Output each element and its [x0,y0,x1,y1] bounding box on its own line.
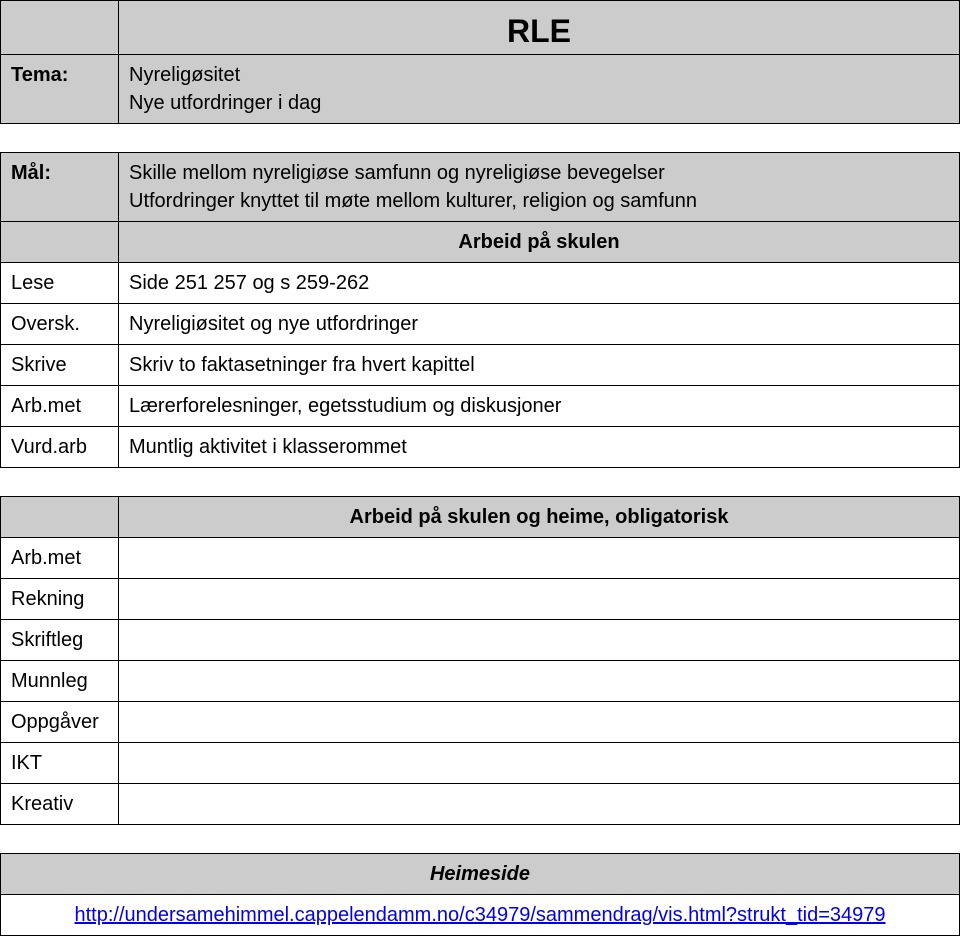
section1-heading: Arbeid på skulen [119,221,960,262]
arbmet2-value [119,537,960,578]
skriftleg-label: Skriftleg [1,619,119,660]
oversk-label: Oversk. [1,303,119,344]
header-table: RLE Tema: Nyreligøsitet Nye utfordringer… [0,0,960,124]
lese-value: Side 251 257 og s 259-262 [119,262,960,303]
tema-line1: Nyreligøsitet [129,64,240,86]
footer-heading: Heimeside [1,853,960,894]
heimeside-link[interactable]: http://undersamehimmel.cappelendamm.no/c… [75,904,886,926]
oppgaver-value [119,701,960,742]
tema-line2: Nye utfordringer i dag [129,92,321,114]
skriftleg-value [119,619,960,660]
mal-label: Mål: [1,152,119,221]
kreativ-label: Kreativ [1,783,119,824]
mal-line2: Utfordringer knyttet til møte mellom kul… [129,190,697,212]
oversk-value: Nyreligiøsitet og nye utfordringer [119,303,960,344]
section1-heading-blank [1,221,119,262]
kreativ-value [119,783,960,824]
section2-table: Arbeid på skulen og heime, obligatorisk … [0,496,960,825]
oppgaver-label: Oppgåver [1,701,119,742]
rekning-label: Rekning [1,578,119,619]
mal-value: Skille mellom nyreligiøse samfunn og nyr… [119,152,960,221]
ikt-label: IKT [1,742,119,783]
footer-heading-text: Heimeside [430,863,530,885]
skrive-value: Skriv to faktasetninger fra hvert kapitt… [119,344,960,385]
page-title: RLE [119,1,960,55]
vurdarb-label: Vurd.arb [1,426,119,467]
arbmet1-label: Arb.met [1,385,119,426]
section1-table: Mål: Skille mellom nyreligiøse samfunn o… [0,152,960,468]
tema-label: Tema: [1,54,119,123]
munnleg-value [119,660,960,701]
arbmet2-label: Arb.met [1,537,119,578]
ikt-value [119,742,960,783]
footer-link-cell: http://undersamehimmel.cappelendamm.no/c… [1,894,960,935]
arbmet1-value: Lærerforelesninger, egetsstudium og disk… [119,385,960,426]
skrive-label: Skrive [1,344,119,385]
section2-heading: Arbeid på skulen og heime, obligatorisk [119,496,960,537]
header-blank-left [1,1,119,55]
munnleg-label: Munnleg [1,660,119,701]
vurdarb-value: Muntlig aktivitet i klasserommet [119,426,960,467]
rekning-value [119,578,960,619]
mal-line1: Skille mellom nyreligiøse samfunn og nyr… [129,162,665,184]
tema-value: Nyreligøsitet Nye utfordringer i dag [119,54,960,123]
lese-label: Lese [1,262,119,303]
footer-table: Heimeside http://undersamehimmel.cappele… [0,853,960,936]
section2-heading-blank [1,496,119,537]
